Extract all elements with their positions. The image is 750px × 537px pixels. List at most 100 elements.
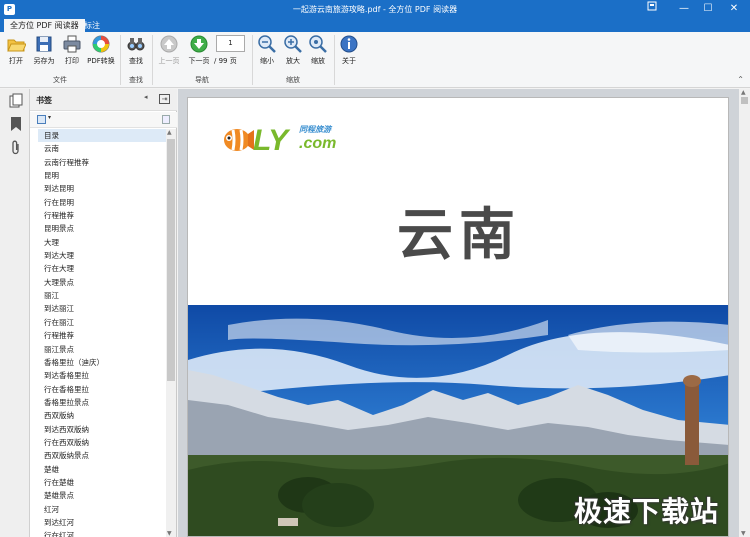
bookmark-item[interactable]: 丽江景点 bbox=[38, 343, 166, 356]
bookmark-item[interactable]: 行在丽江 bbox=[38, 316, 166, 329]
pdf-convert-icon bbox=[92, 35, 110, 53]
bookmark-icon[interactable] bbox=[9, 116, 23, 132]
next-page-label: 下一页 bbox=[188, 57, 210, 65]
print-button[interactable]: 打印 bbox=[61, 34, 83, 72]
zoom-in-label: 放大 bbox=[286, 57, 300, 65]
arrow-up-icon bbox=[160, 35, 178, 53]
prev-page-button[interactable]: 上一页 bbox=[156, 34, 182, 72]
zoom-dropdown-button[interactable]: 缩放 bbox=[307, 34, 329, 72]
bookmark-item[interactable]: 香格里拉景点 bbox=[38, 396, 166, 409]
bookmark-list: 目录 云南 云南行程推荐 昆明 到达昆明 行在昆明 行程推荐 昆明景点 大理 到达大理 行在大理 大理… bbox=[38, 129, 166, 537]
bookmark-item[interactable]: 行在红河 bbox=[38, 529, 166, 537]
scroll-up-icon[interactable]: ▲ bbox=[167, 129, 172, 136]
logo-chinese-text: 同程旅游 bbox=[299, 125, 331, 134]
group-label-file: 文件 bbox=[53, 76, 67, 84]
group-separator bbox=[120, 35, 121, 85]
group-label-find: 查找 bbox=[129, 76, 143, 84]
bookmark-item[interactable]: 楚雄景点 bbox=[38, 489, 166, 502]
bookmark-item[interactable]: 行在西双版纳 bbox=[38, 436, 166, 449]
close-panel-icon[interactable]: ⇥ bbox=[159, 94, 170, 104]
scroll-down-icon[interactable]: ▼ bbox=[167, 530, 172, 537]
printer-icon bbox=[63, 35, 81, 53]
bookmark-item[interactable]: 昆明 bbox=[38, 169, 166, 182]
document-scrollbar[interactable]: ▲ ▼ bbox=[739, 89, 750, 537]
bookmark-item[interactable]: 西双版纳景点 bbox=[38, 449, 166, 462]
bookmark-item[interactable]: 行程推荐 bbox=[38, 329, 166, 342]
bookmark-item[interactable]: 行在大理 bbox=[38, 262, 166, 275]
bookmark-item[interactable]: 楚雄 bbox=[38, 463, 166, 476]
pdf-convert-label: PDF转换 bbox=[87, 57, 115, 65]
ribbon-collapse-icon[interactable]: ⌃ bbox=[737, 75, 744, 84]
bookmark-item[interactable]: 香格里拉（迪庆） bbox=[38, 356, 166, 369]
side-icon-strip bbox=[0, 89, 30, 537]
about-button[interactable]: 关于 bbox=[338, 34, 360, 72]
zoom-out-icon bbox=[258, 35, 276, 53]
open-label: 打开 bbox=[9, 57, 23, 65]
ribbon: 打开 另存为 打印 PDF转换 文件 查找 查找 上一页 下一页 1 / 99 … bbox=[0, 32, 750, 88]
tab-annotate[interactable]: 标注 bbox=[78, 19, 106, 32]
bookmark-item[interactable]: 云南行程推荐 bbox=[38, 156, 166, 169]
bookmark-scrollbar[interactable]: ▲ ▼ bbox=[166, 129, 176, 537]
bookmark-item[interactable]: 大理景点 bbox=[38, 276, 166, 289]
bookmark-item[interactable]: 红河 bbox=[38, 503, 166, 516]
bookmark-item[interactable]: 云南 bbox=[38, 142, 166, 155]
bookmark-panel-title: 书签 bbox=[36, 96, 52, 105]
save-as-button[interactable]: 另存为 bbox=[31, 34, 57, 72]
group-label-navigation: 导航 bbox=[195, 76, 209, 84]
folder-open-icon bbox=[7, 39, 26, 52]
pdf-convert-button[interactable]: PDF转换 bbox=[86, 34, 116, 72]
bookmark-options-icon[interactable] bbox=[37, 115, 46, 124]
scroll-down-icon[interactable]: ▼ bbox=[741, 530, 746, 537]
bookmark-item[interactable]: 丽江 bbox=[38, 289, 166, 302]
bookmark-item[interactable]: 到达香格里拉 bbox=[38, 369, 166, 382]
bookmark-item[interactable]: 行程推荐 bbox=[38, 209, 166, 222]
close-button[interactable]: ✕ bbox=[722, 1, 746, 17]
help-button[interactable] bbox=[640, 1, 664, 17]
bookmark-item[interactable]: 大理 bbox=[38, 236, 166, 249]
bookmark-item[interactable]: 西双版纳 bbox=[38, 409, 166, 422]
collapse-panel-icon[interactable]: ◂ bbox=[144, 93, 148, 101]
add-bookmark-icon[interactable] bbox=[162, 115, 170, 124]
zoom-in-icon bbox=[284, 35, 302, 53]
info-icon bbox=[340, 35, 358, 53]
group-separator bbox=[252, 35, 253, 85]
zoom-label: 缩放 bbox=[311, 57, 325, 65]
open-button[interactable]: 打开 bbox=[5, 34, 27, 72]
pdf-page: LY 同程旅游 .com 云南 bbox=[187, 97, 729, 537]
bookmark-item[interactable]: 目录 bbox=[38, 129, 166, 143]
zoom-in-button[interactable]: 放大 bbox=[282, 34, 304, 72]
logo-com-text: .com bbox=[299, 135, 337, 152]
bookmark-item[interactable]: 昆明景点 bbox=[38, 222, 166, 235]
chevron-down-icon[interactable]: ▾ bbox=[48, 114, 51, 121]
bookmark-item[interactable]: 到达大理 bbox=[38, 249, 166, 262]
maximize-button[interactable]: ☐ bbox=[696, 1, 720, 17]
bookmark-item[interactable]: 行在昆明 bbox=[38, 196, 166, 209]
minimize-button[interactable]: — bbox=[672, 1, 696, 17]
binoculars-icon bbox=[127, 38, 145, 51]
bookmark-item[interactable]: 行在香格里拉 bbox=[38, 383, 166, 396]
tab-home[interactable]: 全方位 PDF 阅读器 bbox=[4, 19, 85, 32]
document-view[interactable]: LY 同程旅游 .com 云南 bbox=[178, 89, 739, 537]
logo-ly-text: LY bbox=[253, 124, 288, 157]
scroll-up-icon[interactable]: ▲ bbox=[741, 89, 746, 96]
pages-icon[interactable] bbox=[9, 93, 23, 109]
bookmark-item[interactable]: 到达红河 bbox=[38, 516, 166, 529]
bookmark-item[interactable]: 到达丽江 bbox=[38, 302, 166, 315]
find-button[interactable]: 查找 bbox=[124, 34, 148, 72]
scrollbar-thumb[interactable] bbox=[741, 97, 748, 104]
print-label: 打印 bbox=[65, 57, 79, 65]
watermark-text: 极速下载站 bbox=[574, 495, 720, 528]
ly-logo: LY 同程旅游 .com bbox=[221, 120, 371, 160]
bookmark-item[interactable]: 到达西双版纳 bbox=[38, 423, 166, 436]
page-number-input[interactable]: 1 bbox=[216, 35, 245, 52]
bookmark-panel-header: 书签 ◂ ⇥ bbox=[30, 89, 177, 111]
clownfish-logo-icon bbox=[224, 129, 254, 151]
attachment-icon[interactable] bbox=[9, 140, 23, 156]
bookmark-panel: 书签 ◂ ⇥ ▾ 目录 云南 云南行程推荐 昆明 到达昆明 行在昆明 行程推荐 昆明景点 大理到… bbox=[30, 89, 177, 537]
bookmark-item[interactable]: 到达昆明 bbox=[38, 182, 166, 195]
bookmark-item[interactable]: 行在楚雄 bbox=[38, 476, 166, 489]
zoom-out-button[interactable]: 缩小 bbox=[256, 34, 278, 72]
help-icon bbox=[647, 1, 657, 11]
scrollbar-thumb[interactable] bbox=[167, 139, 175, 381]
next-page-button[interactable]: 下一页 bbox=[186, 34, 212, 72]
